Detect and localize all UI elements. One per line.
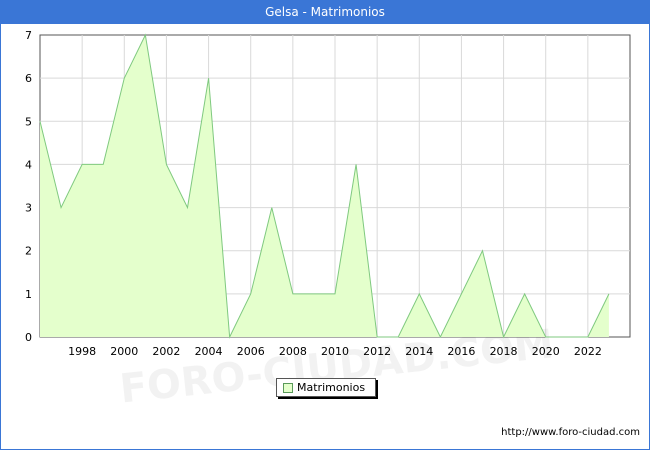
data-point (439, 336, 441, 338)
x-tick-label: 2008 (279, 345, 307, 358)
data-point (81, 163, 83, 165)
data-point (608, 293, 610, 295)
data-point (208, 77, 210, 79)
x-tick-label: 2000 (110, 345, 138, 358)
data-point (39, 120, 41, 122)
data-point (271, 207, 273, 209)
data-point (503, 336, 505, 338)
legend: Matrimonios (276, 378, 376, 397)
source-url: http://www.foro-ciudad.com (501, 427, 640, 438)
y-tick-label: 7 (25, 29, 32, 42)
data-point (524, 293, 526, 295)
y-tick-label: 3 (25, 202, 32, 215)
data-point (566, 336, 568, 338)
legend-swatch (283, 383, 293, 393)
data-point (123, 77, 125, 79)
y-tick-label: 2 (25, 245, 32, 258)
x-tick-label: 2020 (532, 345, 560, 358)
data-point (355, 163, 357, 165)
data-point (397, 336, 399, 338)
data-point (187, 207, 189, 209)
x-tick-label: 2014 (405, 345, 433, 358)
y-axis-ticks: 0 1 2 3 4 5 6 7 (25, 29, 32, 344)
data-point (250, 293, 252, 295)
data-point (229, 336, 231, 338)
x-tick-label: 2002 (152, 345, 180, 358)
data-point (460, 293, 462, 295)
data-point (334, 293, 336, 295)
legend-label: Matrimonios (297, 381, 366, 394)
data-point (418, 293, 420, 295)
x-tick-label: 2004 (195, 345, 223, 358)
data-point (376, 336, 378, 338)
y-tick-label: 4 (25, 158, 32, 171)
data-point (313, 293, 315, 295)
data-point (60, 207, 62, 209)
x-tick-label: 2010 (321, 345, 349, 358)
y-tick-label: 5 (25, 115, 32, 128)
data-point (482, 250, 484, 252)
x-tick-label: 2016 (447, 345, 475, 358)
data-point (587, 336, 589, 338)
data-point (144, 34, 146, 36)
data-point (102, 163, 104, 165)
x-tick-label: 2006 (237, 345, 265, 358)
x-tick-label: 1998 (68, 345, 96, 358)
data-point (545, 336, 547, 338)
x-tick-label: 2018 (490, 345, 518, 358)
x-tick-label: 2012 (363, 345, 391, 358)
data-point (165, 163, 167, 165)
data-point (292, 293, 294, 295)
x-tick-label: 2022 (574, 345, 602, 358)
y-tick-label: 1 (25, 288, 32, 301)
y-tick-label: 6 (25, 72, 32, 85)
y-tick-label: 0 (25, 331, 32, 344)
